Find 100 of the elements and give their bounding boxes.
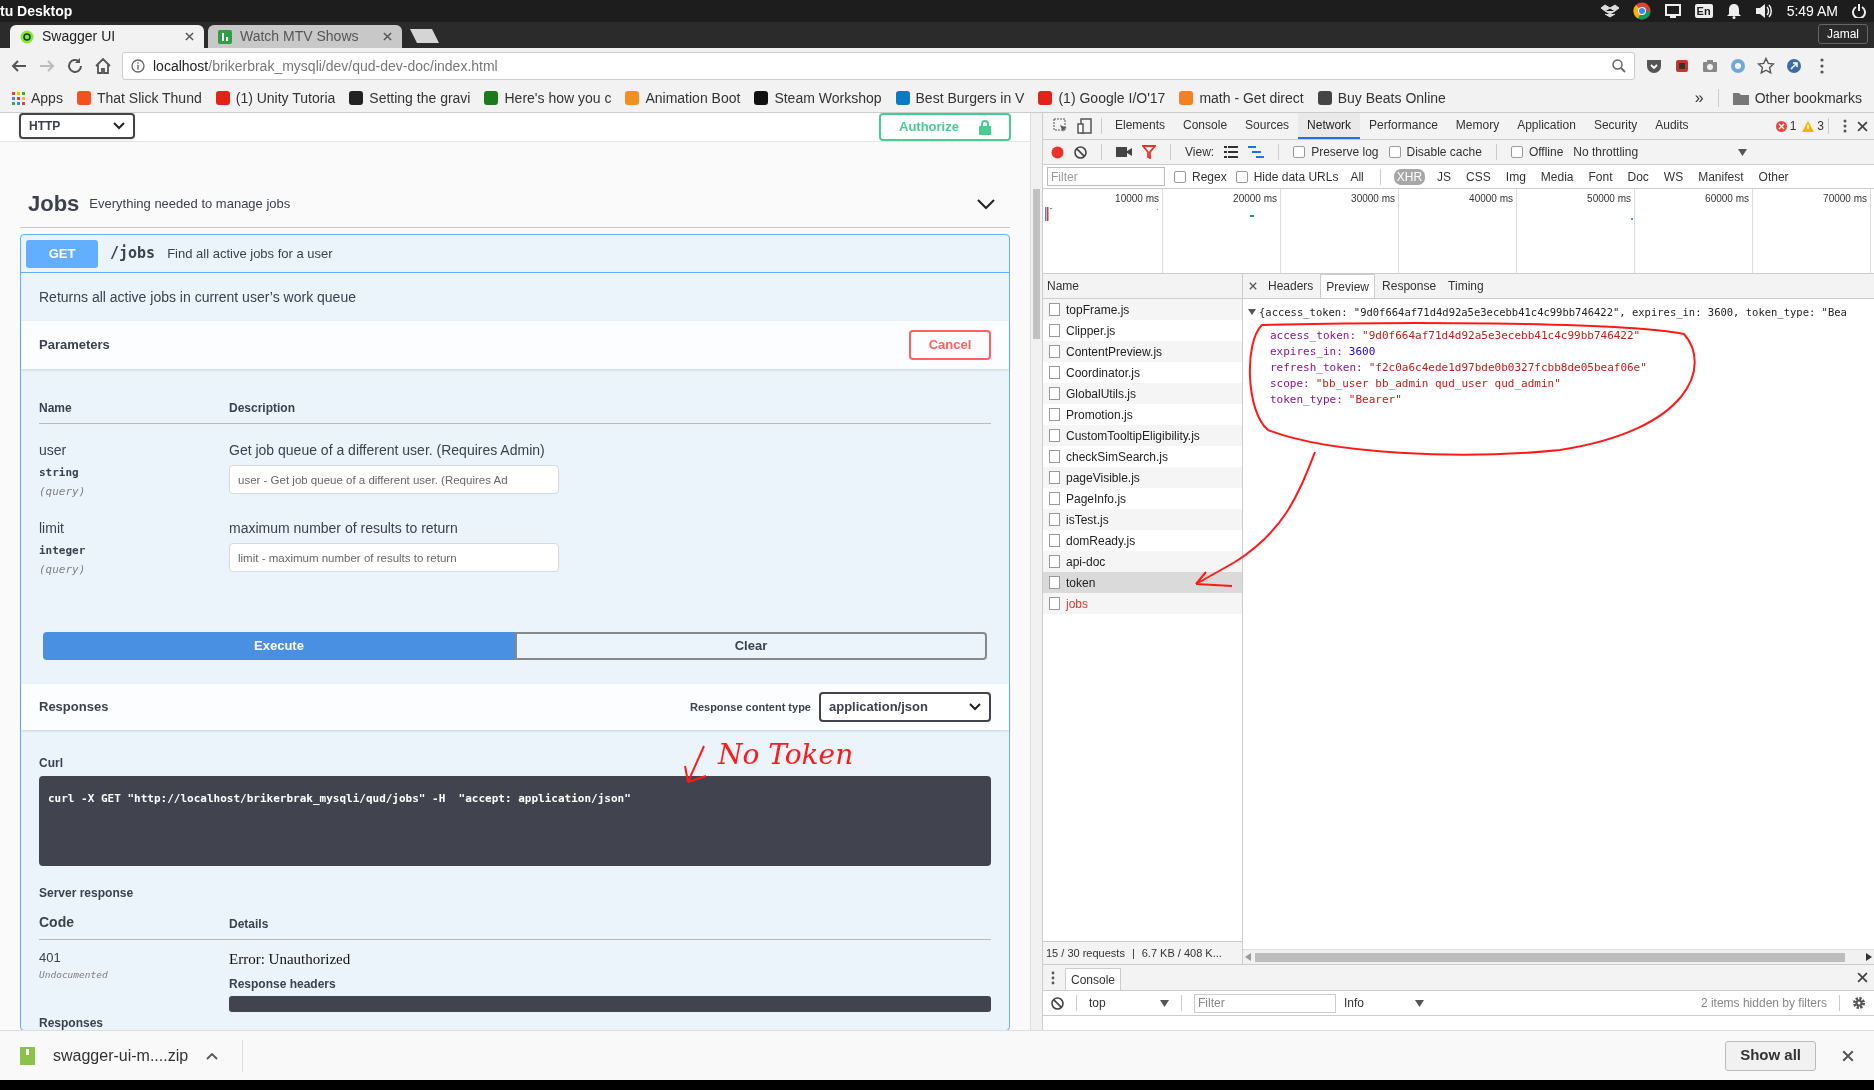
bookmark[interactable]: Here's how you c bbox=[484, 87, 612, 109]
profile-name[interactable]: Jamal bbox=[1818, 24, 1868, 44]
clear-icon[interactable] bbox=[1074, 145, 1087, 159]
type-filter-button[interactable]: All bbox=[1347, 168, 1367, 185]
devtools-tab[interactable]: Security bbox=[1584, 113, 1647, 139]
type-filter-button[interactable]: WS bbox=[1660, 168, 1687, 185]
input-field[interactable]: limit - maximum number of results to return bbox=[229, 543, 559, 572]
checkbox[interactable] bbox=[1235, 170, 1248, 183]
checkbox[interactable] bbox=[1388, 146, 1401, 158]
power-icon[interactable] bbox=[1852, 4, 1866, 18]
request-row[interactable]: topFrame.js bbox=[1043, 299, 1242, 320]
bookmark[interactable]: math - Get direct bbox=[1179, 87, 1304, 109]
video-camera-icon[interactable] bbox=[1116, 146, 1132, 158]
bookmark[interactable]: Animation Boot bbox=[625, 87, 741, 109]
extension-icon[interactable] bbox=[1673, 57, 1691, 75]
bookmark[interactable]: Best Burgers in V bbox=[895, 87, 1025, 109]
close-icon[interactable] bbox=[185, 32, 194, 41]
scheme-select[interactable]: HTTP bbox=[19, 113, 135, 139]
settings-icon[interactable] bbox=[1852, 996, 1866, 1010]
column-header[interactable]: Name bbox=[1047, 277, 1079, 295]
request-row[interactable]: jobs bbox=[1043, 593, 1242, 614]
error-icon[interactable] bbox=[1775, 120, 1787, 132]
close-icon[interactable] bbox=[1842, 1049, 1854, 1062]
request-row[interactable]: GlobalUtils.js bbox=[1043, 383, 1242, 404]
request-row[interactable]: isTest.js bbox=[1043, 509, 1242, 530]
filter-field[interactable]: Filter bbox=[1194, 993, 1336, 1013]
request-row[interactable]: CustomTooltipEligibility.js bbox=[1043, 425, 1242, 446]
type-filter-button[interactable]: Other bbox=[1755, 168, 1792, 185]
pocket-icon[interactable] bbox=[1645, 57, 1663, 75]
detail-tab[interactable]: Headers bbox=[1263, 274, 1319, 298]
clear-icon[interactable] bbox=[1051, 996, 1064, 1010]
more-icon[interactable] bbox=[1049, 970, 1057, 985]
bookmark[interactable]: Buy Beats Online bbox=[1317, 87, 1446, 109]
detail-tab[interactable]: Response bbox=[1377, 274, 1442, 298]
close-icon[interactable] bbox=[383, 32, 392, 41]
error-count[interactable]: 1 bbox=[1789, 117, 1797, 135]
content-type-select[interactable]: application/json bbox=[819, 692, 991, 722]
request-row[interactable]: pageVisible.js bbox=[1043, 467, 1242, 488]
show-all-button[interactable]: Show all bbox=[1725, 1040, 1816, 1071]
search-icon[interactable] bbox=[1612, 59, 1626, 73]
scrollbar[interactable] bbox=[1030, 113, 1042, 1030]
filter-field[interactable]: Filter bbox=[1047, 167, 1165, 186]
bookmark[interactable]: (1) Google I/O'17 bbox=[1038, 87, 1166, 109]
request-row[interactable]: token bbox=[1043, 572, 1242, 593]
request-row[interactable]: ContentPreview.js bbox=[1043, 341, 1242, 362]
type-filter-button[interactable]: Media bbox=[1537, 168, 1577, 185]
type-filter-button[interactable]: Font bbox=[1585, 168, 1616, 185]
devtools-tab[interactable]: Audits bbox=[1646, 113, 1698, 139]
extension-icon[interactable] bbox=[1785, 57, 1803, 75]
devtools-tab[interactable]: Elements bbox=[1106, 113, 1175, 139]
collapse-toggle[interactable] bbox=[976, 196, 996, 211]
bell-icon[interactable] bbox=[1726, 3, 1741, 19]
camera-icon[interactable] bbox=[1701, 57, 1719, 75]
checkbox[interactable] bbox=[1174, 170, 1186, 183]
home-icon[interactable] bbox=[94, 57, 112, 75]
expand-triangle-icon[interactable] bbox=[1248, 308, 1256, 316]
type-filter-button[interactable]: JS bbox=[1434, 168, 1455, 185]
warning-count[interactable]: 3 bbox=[1817, 117, 1824, 135]
waterfall-view-icon[interactable] bbox=[1248, 146, 1265, 158]
screen-icon[interactable] bbox=[1664, 4, 1681, 18]
list-view-icon[interactable] bbox=[1224, 146, 1239, 158]
bookmark-star-icon[interactable] bbox=[1757, 57, 1775, 75]
inspect-icon[interactable] bbox=[1053, 118, 1069, 134]
bookmark[interactable]: That Slick Thund bbox=[76, 87, 202, 109]
type-filter-button[interactable]: Img bbox=[1502, 168, 1529, 185]
drawer-tab[interactable]: Console bbox=[1065, 968, 1122, 990]
browser-tab[interactable]: Watch MTV Shows bbox=[208, 25, 402, 48]
download-item[interactable]: swagger-ui-m....zip bbox=[53, 1043, 189, 1068]
speaker-icon[interactable] bbox=[1754, 3, 1773, 19]
detail-tab[interactable]: Preview bbox=[1320, 274, 1376, 298]
more-bookmarks-button[interactable]: » bbox=[1694, 86, 1704, 110]
caret-up-icon[interactable] bbox=[206, 1051, 219, 1060]
close-icon[interactable] bbox=[1249, 282, 1257, 290]
devtools-tab[interactable]: Memory bbox=[1446, 113, 1509, 139]
type-filter-button[interactable]: Doc bbox=[1624, 168, 1652, 185]
clock[interactable]: 5:49 AM bbox=[1786, 0, 1838, 22]
devtools-tab[interactable]: Application bbox=[1508, 113, 1585, 139]
app-icon[interactable] bbox=[1632, 2, 1651, 20]
checkbox[interactable] bbox=[1293, 146, 1306, 158]
type-filter-button[interactable]: CSS bbox=[1463, 168, 1494, 185]
log-level-select[interactable]: Info bbox=[1344, 994, 1424, 1012]
checkbox[interactable] bbox=[1510, 146, 1523, 158]
throttling-select[interactable]: No throttling bbox=[1573, 143, 1748, 161]
bookmark[interactable]: Steam Workshop bbox=[754, 87, 882, 109]
other-bookmarks[interactable]: Other bookmarks bbox=[1732, 87, 1862, 109]
browser-tab[interactable]: Swagger UI bbox=[10, 25, 204, 48]
devtools-tab[interactable]: Sources bbox=[1236, 113, 1299, 139]
close-icon[interactable] bbox=[1857, 120, 1868, 132]
keyboard-layout-indicator[interactable]: En bbox=[1694, 4, 1713, 18]
detail-tab[interactable]: Timing bbox=[1443, 274, 1489, 298]
clear-button[interactable]: Clear bbox=[515, 632, 987, 660]
filter-icon[interactable] bbox=[1142, 145, 1156, 159]
devtools-tab[interactable]: Network bbox=[1298, 113, 1361, 139]
scroll-right-icon[interactable] bbox=[1866, 953, 1872, 961]
bookmark[interactable]: (1) Unity Tutoria bbox=[215, 87, 336, 109]
new-tab-button[interactable] bbox=[410, 28, 440, 44]
reload-icon[interactable] bbox=[66, 57, 84, 75]
request-row[interactable]: api-doc bbox=[1043, 551, 1242, 572]
apps-shortcut[interactable]: Apps bbox=[12, 87, 63, 109]
type-filter-button[interactable]: Manifest bbox=[1695, 168, 1747, 185]
